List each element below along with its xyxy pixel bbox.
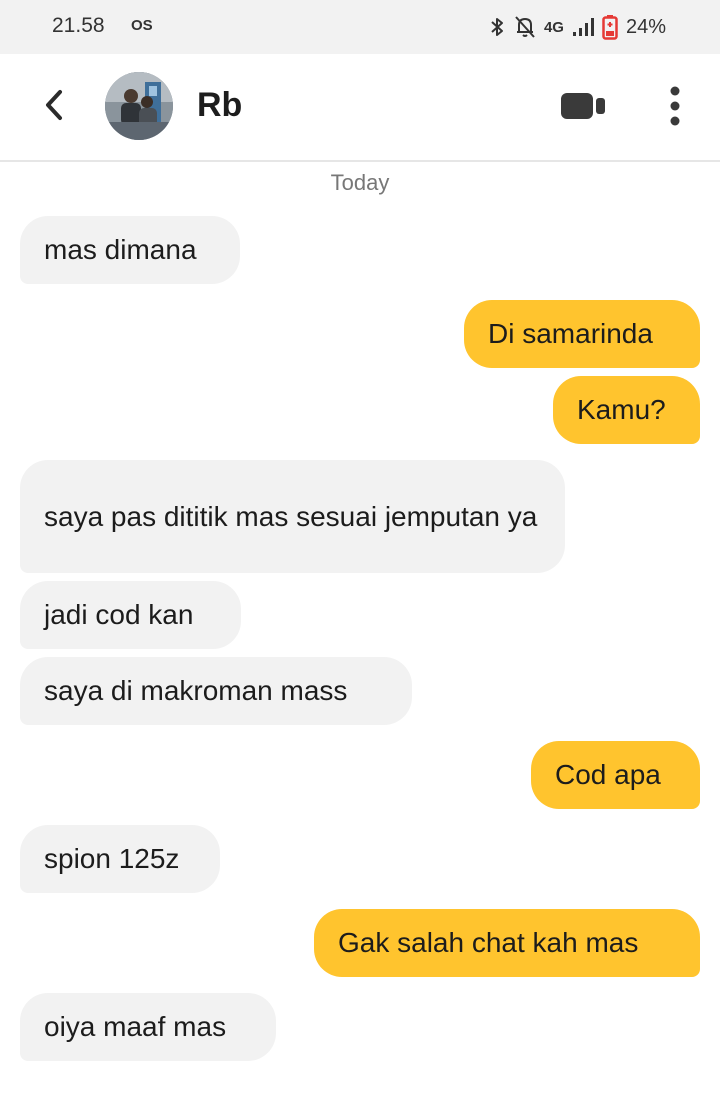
outgoing-message[interactable]: Kamu? (553, 376, 700, 444)
incoming-message[interactable]: spion 125z (20, 825, 220, 893)
notifications-off-icon (514, 15, 536, 39)
status-icons: 4G 24% (488, 13, 666, 41)
contact-name[interactable]: Rb (197, 86, 242, 125)
signal-icon (572, 17, 594, 37)
avatar-photo (105, 72, 173, 140)
incoming-message[interactable]: jadi cod kan (20, 581, 241, 649)
chat-header: Rb (0, 54, 720, 162)
date-separator: Today (330, 170, 390, 195)
battery-percent: 24% (625, 15, 666, 38)
more-options-button[interactable] (654, 82, 696, 134)
status-bar: 21.58 OS 4G 24% (0, 0, 720, 54)
outgoing-message[interactable]: Di samarinda (464, 300, 700, 368)
incoming-message[interactable]: oiya maaf mas (20, 993, 276, 1061)
status-time: 21.58 (52, 14, 105, 37)
bluetooth-icon (488, 16, 506, 38)
outgoing-message[interactable]: Gak salah chat kah mas (314, 909, 700, 977)
video-call-icon (559, 91, 607, 126)
back-button[interactable] (32, 84, 76, 130)
incoming-message[interactable]: mas dimana (20, 216, 240, 284)
os-label: OS (131, 17, 153, 34)
incoming-message[interactable]: saya pas dititik mas sesuai jemputan ya (20, 460, 565, 573)
video-call-button[interactable] (556, 88, 610, 128)
back-icon (40, 87, 68, 128)
more-options-icon (669, 85, 681, 132)
avatar[interactable] (105, 72, 173, 140)
network-type: 4G (543, 18, 564, 36)
battery-icon (602, 14, 618, 40)
incoming-message[interactable]: saya di makroman mass (20, 657, 412, 725)
outgoing-message[interactable]: Cod apa (531, 741, 700, 809)
